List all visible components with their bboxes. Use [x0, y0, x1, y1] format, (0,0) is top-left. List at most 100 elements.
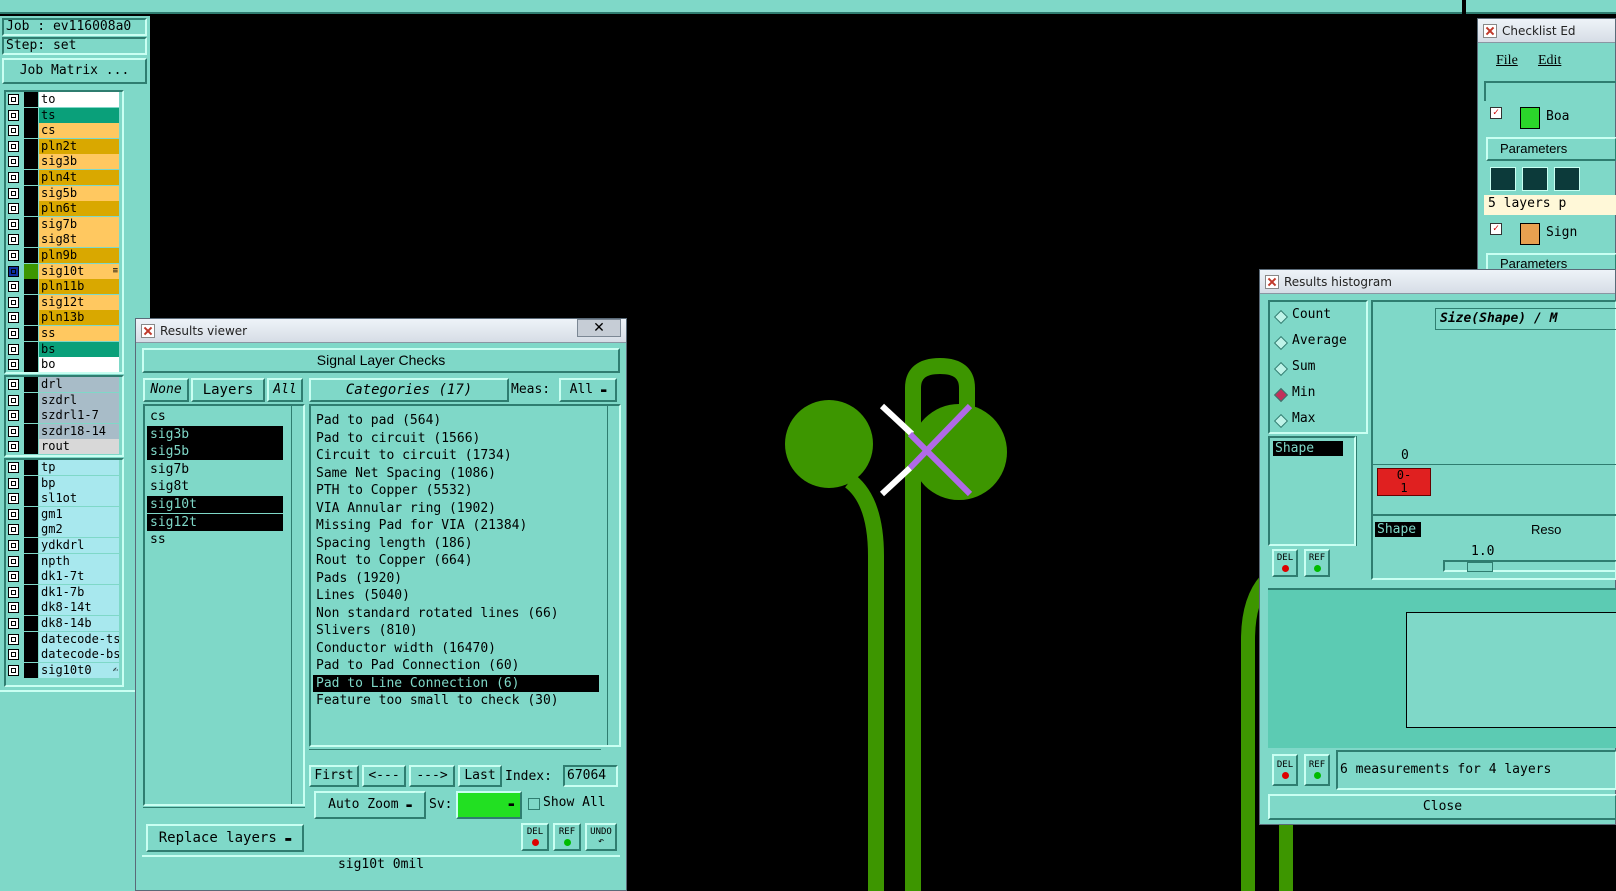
- layer-checkbox[interactable]: [8, 586, 19, 598]
- layer-checkbox[interactable]: [8, 109, 19, 121]
- layer-name[interactable]: pln9b: [39, 248, 119, 263]
- first-button[interactable]: First: [309, 765, 359, 787]
- layer-checkbox[interactable]: [8, 524, 19, 536]
- layer-name[interactable]: to: [39, 92, 119, 107]
- layer-name[interactable]: dk8-14t: [39, 600, 119, 616]
- layer-row-sl1ot[interactable]: sl1ot: [6, 491, 120, 507]
- layer-checkbox[interactable]: [8, 359, 19, 371]
- layer-row-rout[interactable]: rout: [6, 439, 120, 455]
- replace-layers-button[interactable]: Replace layers ▬: [146, 824, 304, 852]
- none-button[interactable]: None: [143, 378, 189, 402]
- category-item[interactable]: Pad to Line Connection (6): [313, 674, 599, 692]
- layer-checkbox[interactable]: [8, 312, 19, 324]
- layer-swatch[interactable]: [24, 538, 38, 553]
- layer-row-pln2t[interactable]: pln2t: [6, 138, 120, 154]
- layer-row-sig10t[interactable]: sig10t ≡: [6, 263, 120, 279]
- mode-radio-max[interactable]: [1273, 413, 1289, 429]
- layer-swatch[interactable]: [24, 506, 38, 522]
- category-item[interactable]: Spacing length (186): [313, 535, 599, 552]
- layer-name[interactable]: sig5b: [39, 185, 119, 201]
- layer-name[interactable]: sig10t: [39, 263, 119, 279]
- action-icon-3[interactable]: [1554, 167, 1580, 191]
- layer-swatch[interactable]: [24, 475, 38, 491]
- layer-swatch[interactable]: [24, 408, 38, 424]
- layer-row-pln4t[interactable]: pln4t: [6, 170, 120, 185]
- layer-name[interactable]: bs: [39, 341, 119, 357]
- layer-swatch[interactable]: [24, 341, 38, 357]
- layer-name[interactable]: sig12t: [39, 294, 119, 310]
- layer-row-tp[interactable]: tp: [6, 460, 120, 475]
- layer-checkbox[interactable]: [8, 343, 19, 355]
- layer-name[interactable]: dk1-7t: [39, 569, 119, 585]
- layer-name[interactable]: szdrl1-7: [39, 408, 119, 424]
- layer-swatch[interactable]: [24, 185, 38, 201]
- parameters-button[interactable]: Parameters: [1486, 137, 1616, 161]
- undo-button[interactable]: UNDO ↶: [585, 823, 617, 851]
- layer-swatch[interactable]: [24, 92, 38, 107]
- layer-row-sig10t0[interactable]: sig10t0 ✍: [6, 662, 120, 678]
- result-layer-item[interactable]: sig8t: [147, 478, 283, 495]
- mode-radio-average[interactable]: [1273, 335, 1289, 351]
- layer-name[interactable]: bo: [39, 357, 119, 373]
- layer-checkbox[interactable]: [8, 265, 19, 277]
- layer-row-pln9b[interactable]: pln9b: [6, 248, 120, 263]
- ref-button[interactable]: REF: [553, 823, 581, 851]
- hist-ref-button-2[interactable]: REF: [1304, 754, 1330, 786]
- layer-row-datecode-bs[interactable]: datecode-bs: [6, 647, 120, 663]
- layer-checkbox[interactable]: [8, 234, 19, 246]
- layer-name[interactable]: pln4t: [39, 170, 119, 185]
- layer-row-npth[interactable]: npth: [6, 553, 120, 569]
- layer-row-szdr18-14[interactable]: szdr18-14: [6, 423, 120, 439]
- action-icon-1[interactable]: [1490, 167, 1516, 191]
- hist-close-button[interactable]: Close: [1268, 794, 1616, 820]
- shape-list[interactable]: Shape: [1268, 436, 1356, 546]
- layer-name[interactable]: drl: [39, 377, 119, 392]
- layer-row-dk1-7b[interactable]: dk1-7b: [6, 584, 120, 600]
- reso-slider[interactable]: [1443, 560, 1616, 572]
- layer-swatch[interactable]: [24, 423, 38, 439]
- layer-checkbox[interactable]: [8, 203, 19, 215]
- layer-row-szdrl[interactable]: szdrl: [6, 392, 120, 408]
- layer-checkbox[interactable]: [8, 618, 19, 629]
- layer-swatch[interactable]: [24, 569, 38, 585]
- last-button[interactable]: Last: [458, 765, 502, 787]
- index-input[interactable]: 67064: [563, 765, 618, 787]
- layer-name[interactable]: ss: [39, 326, 119, 341]
- category-item[interactable]: Missing Pad for VIA (21384): [313, 517, 599, 534]
- layer-row-sig3b[interactable]: sig3b: [6, 154, 120, 170]
- result-layer-item[interactable]: sig12t: [147, 513, 283, 531]
- layer-name[interactable]: pln2t: [39, 138, 119, 154]
- result-layer-item[interactable]: sig7b: [147, 461, 283, 478]
- layer-name[interactable]: tp: [39, 460, 119, 475]
- layer-row-dk8-14t[interactable]: dk8-14t: [6, 600, 120, 616]
- result-layer-item[interactable]: sig10t: [147, 496, 283, 513]
- layer-checkbox[interactable]: [8, 187, 19, 199]
- layer-checkbox[interactable]: [8, 410, 19, 422]
- layer-name[interactable]: rout: [39, 439, 119, 455]
- layer-swatch[interactable]: [24, 647, 38, 663]
- layer-checkbox[interactable]: [8, 379, 19, 390]
- layer-row-dk1-7t[interactable]: dk1-7t: [6, 569, 120, 585]
- check-2-checkbox[interactable]: ✓: [1490, 223, 1502, 235]
- all-button[interactable]: All: [267, 378, 303, 402]
- layer-row-sig5b[interactable]: sig5b: [6, 185, 120, 201]
- layer-swatch[interactable]: [24, 491, 38, 507]
- category-item[interactable]: Slivers (810): [313, 622, 599, 639]
- result-layer-item[interactable]: cs: [147, 408, 283, 425]
- layer-row-ts[interactable]: ts: [6, 107, 120, 123]
- layer-name[interactable]: sig8t: [39, 232, 119, 248]
- layer-swatch[interactable]: [24, 522, 38, 538]
- hist-ref-button[interactable]: REF: [1304, 549, 1330, 577]
- next-button[interactable]: --->: [409, 765, 455, 787]
- hist-del-button-2[interactable]: DEL: [1272, 754, 1298, 786]
- layer-name[interactable]: sl1ot: [39, 491, 119, 507]
- layer-swatch[interactable]: [24, 439, 38, 455]
- layer-checkbox[interactable]: [8, 94, 19, 105]
- layer-row-to[interactable]: to: [6, 92, 120, 107]
- layer-row-ydkdrl[interactable]: ydkdrl: [6, 538, 120, 553]
- layer-name[interactable]: datecode-bs: [39, 647, 119, 663]
- layer-row-dk8-14b[interactable]: dk8-14b: [6, 616, 120, 631]
- menu-edit[interactable]: Edit: [1538, 53, 1561, 69]
- layer-name[interactable]: gm2: [39, 522, 119, 538]
- layer-checkbox[interactable]: [8, 394, 19, 406]
